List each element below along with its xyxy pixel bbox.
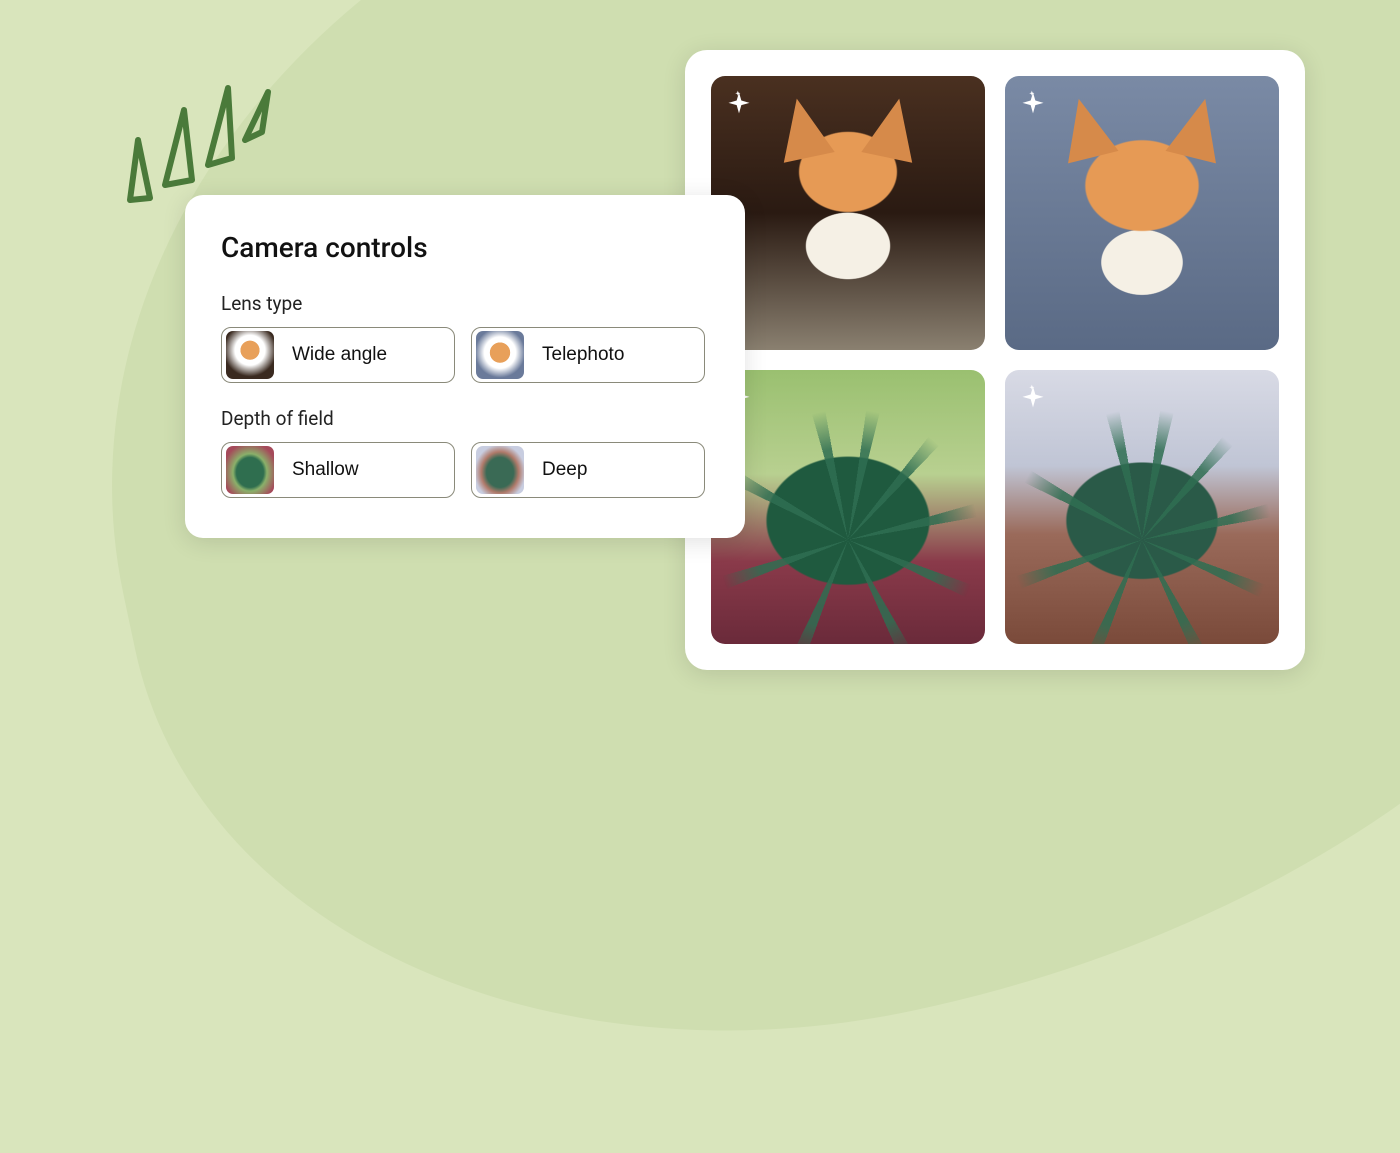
sparkle-icon bbox=[1019, 90, 1047, 118]
option-row: Shallow Deep bbox=[221, 442, 709, 498]
option-shallow[interactable]: Shallow bbox=[221, 442, 455, 498]
camera-controls-card: Camera controls Lens type Wide angle Tel… bbox=[185, 195, 745, 538]
thumbnail-corgi-wide bbox=[226, 331, 274, 379]
thumbnail-corgi-telephoto bbox=[476, 331, 524, 379]
option-label: Deep bbox=[524, 459, 587, 481]
gallery-image-succulent-shallow[interactable] bbox=[711, 370, 985, 644]
option-label: Telephoto bbox=[524, 344, 624, 366]
gallery-image-corgi-telephoto[interactable] bbox=[1005, 76, 1279, 350]
gallery-image-succulent-deep[interactable] bbox=[1005, 370, 1279, 644]
option-telephoto[interactable]: Telephoto bbox=[471, 327, 705, 383]
option-wide-angle[interactable]: Wide angle bbox=[221, 327, 455, 383]
sparkle-icon bbox=[1019, 384, 1047, 412]
option-label: Wide angle bbox=[274, 344, 387, 366]
sparkle-icon bbox=[725, 90, 753, 118]
option-deep[interactable]: Deep bbox=[471, 442, 705, 498]
group-label-depth-of-field: Depth of field bbox=[221, 407, 709, 430]
thumbnail-plant-shallow bbox=[226, 446, 274, 494]
depth-of-field-group: Depth of field Shallow Deep bbox=[221, 407, 709, 498]
thumbnail-plant-deep bbox=[476, 446, 524, 494]
gallery-image-corgi-wide[interactable] bbox=[711, 76, 985, 350]
gallery-card bbox=[685, 50, 1305, 670]
lens-type-group: Lens type Wide angle Telephoto bbox=[221, 292, 709, 383]
controls-title: Camera controls bbox=[221, 231, 709, 264]
option-label: Shallow bbox=[274, 459, 359, 481]
group-label-lens-type: Lens type bbox=[221, 292, 709, 315]
option-row: Wide angle Telephoto bbox=[221, 327, 709, 383]
